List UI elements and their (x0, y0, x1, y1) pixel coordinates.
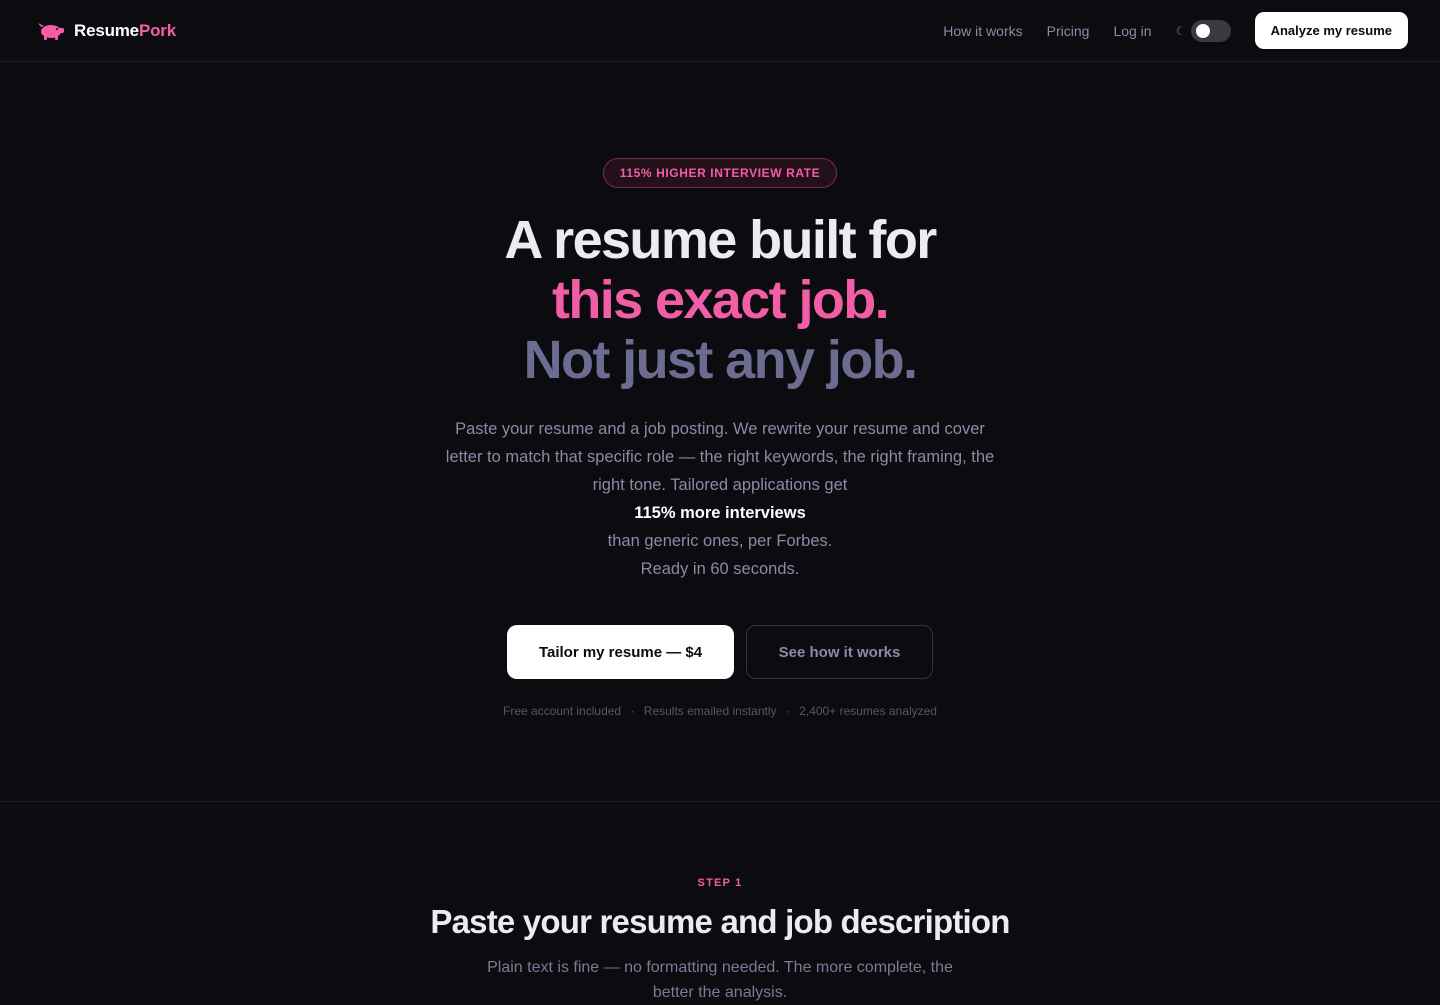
hero-section: 115% HIGHER INTERVIEW RATE A resume buil… (0, 62, 1440, 802)
main-nav: How it works Pricing Log in ☾ Analyze my… (943, 12, 1408, 49)
hero-description-highlight: 115% more interviews (634, 504, 806, 522)
brand-name-part1: Resume (74, 20, 139, 40)
top-nav-bar: ResumePork How it works Pricing Log in ☾… (0, 0, 1440, 62)
trust-separator: · (785, 704, 790, 718)
hero-description-speed: Ready in 60 seconds. (640, 560, 800, 578)
nav-link-pricing[interactable]: Pricing (1047, 23, 1090, 39)
toggle-knob (1195, 23, 1210, 38)
nav-link-how-it-works[interactable]: How it works (943, 23, 1022, 39)
hero-description-intro: Paste your resume and a job posting. We … (445, 420, 995, 494)
step-description: Plain text is fine — no formatting neede… (487, 959, 953, 1001)
analyze-resume-button[interactable]: Analyze my resume (1254, 12, 1408, 49)
brand-logo[interactable]: ResumePork (36, 21, 176, 41)
hero-cta-row: Tailor my resume — $4 See how it works (507, 625, 933, 679)
headline-line-1: A resume built for (504, 210, 937, 270)
step-label: STEP 1 (697, 877, 743, 889)
trust-item-results-emailed: Results emailed instantly (643, 704, 777, 718)
step-1-section: STEP 1 Paste your resume and job descrip… (0, 803, 1440, 1001)
tailor-resume-button[interactable]: Tailor my resume — $4 (507, 625, 734, 679)
pig-icon (36, 21, 65, 41)
step-title: Paste your resume and job description (430, 903, 1010, 940)
hero-headline: A resume built for this exact job. Not j… (0, 210, 1440, 390)
interview-rate-badge: 115% HIGHER INTERVIEW RATE (603, 158, 837, 188)
brand-name-part2: Pork (138, 20, 176, 40)
hero-description-source: than generic ones, per Forbes. (607, 532, 833, 550)
moon-icon: ☾ (1175, 23, 1187, 38)
hero-description: Paste your resume and a job posting. We … (440, 415, 1000, 583)
trust-item-free-account: Free account included (503, 704, 622, 718)
nav-link-log-in[interactable]: Log in (1113, 23, 1151, 39)
see-how-it-works-button[interactable]: See how it works (746, 625, 933, 679)
theme-toggle[interactable] (1190, 19, 1231, 42)
headline-line-3: Not just any job. (523, 330, 918, 390)
brand-name: ResumePork (74, 21, 176, 41)
trust-item-resumes-analyzed: 2,400+ resumes analyzed (799, 704, 937, 718)
trust-line: Free account included · Results emailed … (0, 704, 1440, 718)
trust-separator: · (630, 704, 635, 718)
theme-switch[interactable]: ☾ (1175, 19, 1231, 42)
headline-line-2: this exact job. (551, 270, 890, 330)
